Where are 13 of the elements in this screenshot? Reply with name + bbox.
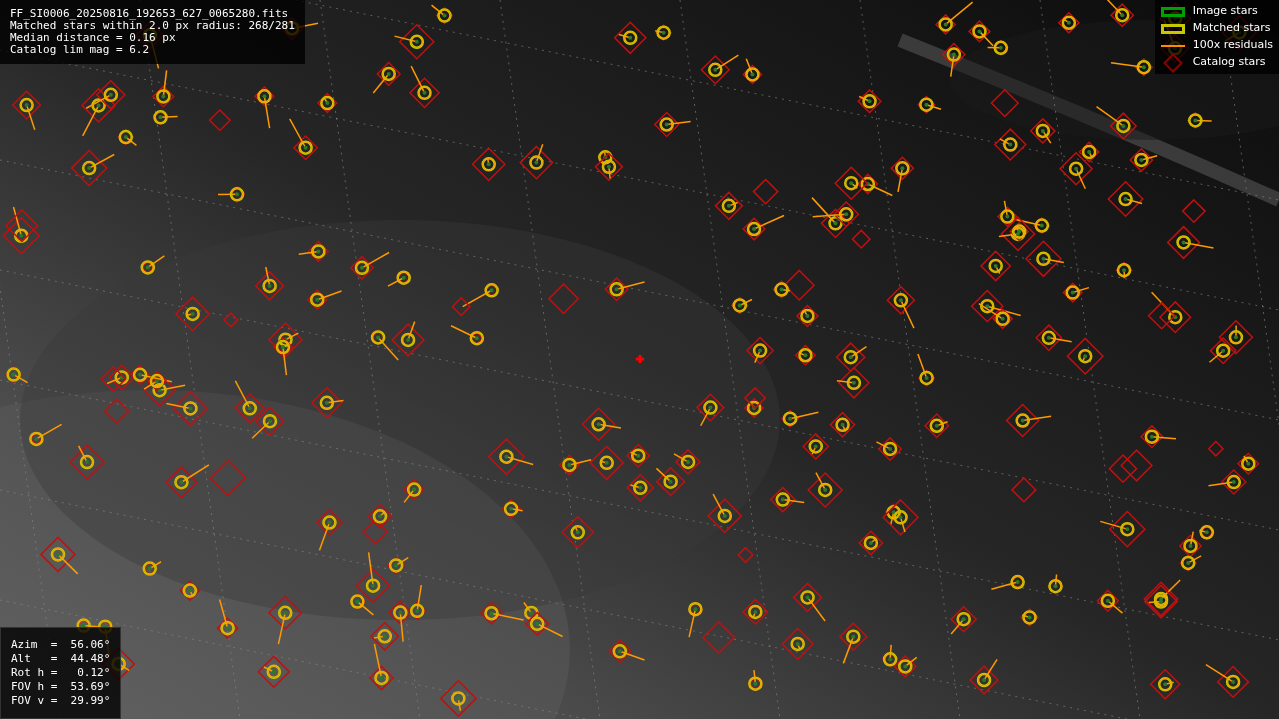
info-line: Catalog lim mag = 6.2: [10, 44, 151, 56]
info-line: FF_SI0006_20250816_192653_627_0065280.fits: [10, 8, 290, 20]
legend-label: 100x residuals: [1192, 37, 1273, 54]
pointing-line: Azim = 56.06°: [11, 638, 111, 652]
info-line: Matched stars within 2.0 px radius: 268/281: [10, 20, 295, 32]
pointing-line: Rot h = 0.12°: [11, 666, 111, 680]
pointing-line: FOV v = 29.99°: [11, 694, 111, 708]
legend-label: Catalog stars: [1192, 54, 1266, 71]
legend-label: Image stars: [1192, 3, 1258, 20]
pointing-line: FOV h = 53.69°: [11, 680, 111, 694]
legend-label: Matched stars: [1192, 20, 1271, 37]
pointing-line: Alt = 44.48°: [11, 652, 111, 666]
info-line: Median distance = 0.16 px: [10, 32, 177, 44]
